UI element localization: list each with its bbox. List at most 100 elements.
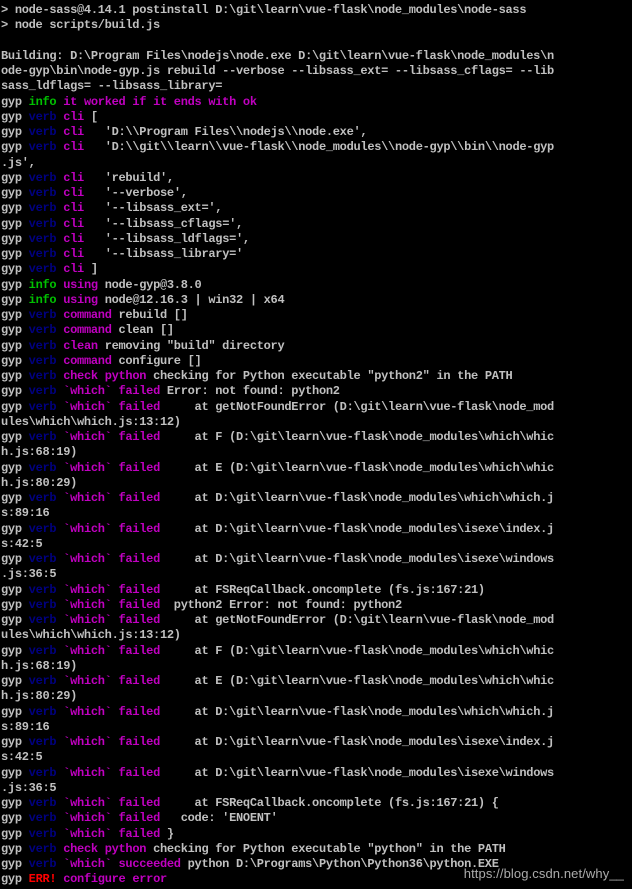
terminal-line-segment: verb — [28, 811, 57, 826]
terminal-line-segment: gyp — [1, 262, 29, 277]
terminal-line-segment: gyp — [1, 231, 29, 246]
terminal-line: gyp verb cli 'D:\\Program Files\\nodejs\… — [1, 125, 554, 140]
terminal-line: .js:36:5 — [1, 781, 554, 796]
terminal-line-segment: > node scripts/build.js — [1, 18, 160, 33]
terminal-line-segment: [ — [83, 109, 98, 124]
terminal-line-segment: ERR! — [28, 872, 57, 887]
terminal-line-segment: sass_ldflags= --libsass_library= — [1, 79, 223, 94]
terminal-line-segment: Building: D:\Program Files\nodejs\node.e… — [1, 48, 554, 63]
terminal-line-segment: verb — [28, 796, 57, 810]
terminal-line-segment: verb — [28, 552, 57, 566]
terminal-line-segment: check python — [56, 369, 147, 383]
terminal-line: h.js:80:29) — [1, 476, 554, 491]
terminal-line-segment: gyp — [1, 201, 29, 216]
terminal-line: gyp verb cli '--libsass_ext=', — [1, 201, 554, 216]
terminal-line-segment: gyp — [1, 613, 29, 627]
terminal-line: gyp verb `which` failed at D:\git\learn\… — [1, 522, 554, 537]
terminal-line-segment: gyp — [1, 872, 29, 887]
terminal-line-segment: verb — [28, 201, 57, 216]
terminal-line: gyp verb `which` failed at E (D:\git\lea… — [1, 461, 554, 476]
terminal-line: gyp verb `which` failed python2 Error: n… — [1, 598, 554, 613]
terminal-line-segment: gyp — [1, 811, 29, 826]
terminal-line-segment: verb — [28, 582, 57, 597]
terminal-line-segment: verb — [28, 140, 57, 155]
terminal-line-segment: ules\which\which.js:13:12) — [1, 628, 181, 643]
terminal-line: ules\which\which.js:13:12) — [1, 415, 554, 430]
terminal-line: gyp verb `which` failed at F (D:\git\lea… — [1, 644, 554, 659]
terminal-line-segment: clean [] — [111, 323, 175, 338]
terminal-line-segment: gyp — [1, 338, 29, 353]
terminal-line-segment: cli — [56, 247, 84, 261]
terminal-line: gyp verb command configure [] — [1, 354, 554, 369]
terminal-line-segment: `which` failed — [56, 613, 160, 627]
terminal-line-segment: '--libsass_ldflags=', — [83, 231, 250, 246]
terminal-line-segment: verb — [28, 597, 57, 612]
terminal-line-segment: gyp — [1, 826, 29, 841]
terminal-line-segment: removing "build" directory — [97, 338, 285, 353]
terminal-line-segment: info — [28, 277, 57, 292]
terminal-line-segment: gyp — [1, 430, 29, 444]
terminal-line: gyp verb `which` failed at D:\git\learn\… — [1, 552, 554, 567]
terminal-output: > node-sass@4.14.1 postinstall D:\git\le… — [1, 3, 554, 888]
terminal-line-segment: node-gyp@3.8.0 — [97, 277, 202, 292]
terminal-line: gyp info it worked if it ends with ok — [1, 95, 554, 110]
terminal-line-segment: node@12.16.3 | win32 | x64 — [97, 292, 285, 307]
terminal-line-segment: h.js:80:29) — [1, 475, 78, 490]
terminal-line: gyp verb `which` failed at getNotFoundEr… — [1, 400, 554, 415]
terminal-line-segment: at getNotFoundError (D:\git\learn\vue-fl… — [159, 613, 555, 627]
terminal-line-segment: cli — [56, 109, 84, 124]
terminal-line-segment: gyp — [1, 292, 29, 307]
terminal-line-segment: verb — [28, 704, 57, 719]
terminal-line-segment: `which` succeeded — [56, 857, 181, 871]
terminal-line: gyp verb cli [ — [1, 110, 554, 125]
terminal-line: ules\which\which.js:13:12) — [1, 628, 554, 643]
terminal-line-segment: at D:\git\learn\vue-flask\node_modules\i… — [159, 765, 555, 780]
terminal-line-segment: verb — [28, 735, 57, 749]
terminal-line-segment: at D:\git\learn\vue-flask\node_modules\w… — [159, 491, 555, 505]
terminal-line-segment: verb — [28, 826, 57, 841]
terminal-line-segment: ] — [83, 262, 98, 277]
terminal-line-segment: verb — [28, 323, 57, 338]
terminal-line-segment: cli — [56, 140, 84, 155]
terminal-line-segment: verb — [28, 765, 57, 780]
terminal-line-segment: verb — [28, 521, 57, 536]
terminal-line-segment: `which` failed — [56, 521, 160, 536]
terminal-line-segment: gyp — [1, 521, 29, 536]
terminal-line-segment: gyp — [1, 582, 29, 597]
terminal-line-segment: at D:\git\learn\vue-flask\node_modules\i… — [159, 552, 555, 566]
terminal-line-segment: verb — [28, 460, 57, 475]
terminal-line-segment: } — [159, 826, 174, 841]
terminal-line-segment: gyp — [1, 735, 29, 749]
terminal-line: gyp verb `which` failed at D:\git\learn\… — [1, 766, 554, 781]
terminal-line-segment: gyp — [1, 186, 29, 200]
terminal-line-segment: `which` failed — [56, 430, 160, 444]
terminal-line: gyp verb `which` failed at FSReqCallback… — [1, 796, 554, 811]
terminal-line-segment: check python — [56, 841, 147, 856]
terminal-line: gyp verb `which` failed at D:\git\learn\… — [1, 735, 554, 750]
terminal-line-segment: `which` failed — [56, 399, 160, 414]
terminal-window: > node-sass@4.14.1 postinstall D:\git\le… — [0, 0, 632, 889]
terminal-line-segment: verb — [28, 491, 57, 505]
terminal-line-segment: `which` failed — [56, 643, 160, 658]
terminal-line-segment: s:89:16 — [1, 506, 50, 521]
terminal-line-segment: at D:\git\learn\vue-flask\node_modules\i… — [159, 735, 555, 749]
terminal-line: gyp verb `which` failed code: 'ENOENT' — [1, 811, 554, 826]
terminal-line-segment: at E (D:\git\learn\vue-flask\node_module… — [159, 460, 555, 475]
terminal-line-segment: verb — [28, 613, 57, 627]
terminal-line: gyp verb cli '--libsass_library=' — [1, 247, 554, 262]
terminal-line-segment: .js', — [1, 155, 36, 170]
terminal-line: gyp info using node@12.16.3 | win32 | x6… — [1, 293, 554, 308]
terminal-line-segment: gyp — [1, 796, 29, 810]
terminal-line-segment: '--libsass_cflags=', — [83, 216, 244, 231]
terminal-line-segment: checking for Python executable "python" … — [146, 841, 506, 856]
terminal-line-segment: verb — [28, 308, 57, 322]
terminal-line-segment: gyp — [1, 277, 29, 292]
terminal-line-segment: gyp — [1, 384, 29, 399]
terminal-line-segment: at F (D:\git\learn\vue-flask\node_module… — [159, 430, 555, 444]
terminal-line-segment: `which` failed — [56, 582, 160, 597]
terminal-line-segment: `which` failed — [56, 552, 160, 566]
terminal-line-segment: cli — [56, 201, 84, 216]
terminal-line: gyp verb `which` failed at F (D:\git\lea… — [1, 430, 554, 445]
terminal-line-segment: gyp — [1, 247, 29, 261]
terminal-line-segment: using — [56, 277, 98, 292]
